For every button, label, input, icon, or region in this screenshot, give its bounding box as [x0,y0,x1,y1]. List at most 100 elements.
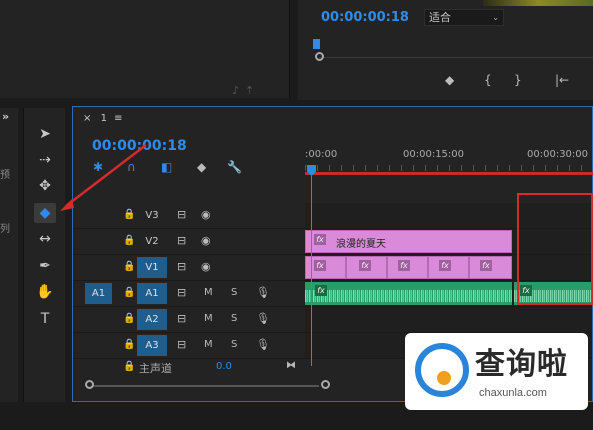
lock-icon[interactable]: 🔒 [123,209,135,220]
solo-button[interactable]: S [231,287,237,298]
source-patch-a1[interactable]: A1 [85,283,112,304]
program-zoom-handle[interactable] [315,52,324,61]
track-target-v2[interactable]: V2 [137,231,167,252]
sync-lock-icon[interactable]: ⊟ [177,312,186,325]
ruler-label: 00:00:30:00 [527,149,589,160]
add-marker-icon[interactable]: ◆ [445,73,454,87]
sync-lock-icon[interactable]: ⊟ [177,286,186,299]
type-tool-icon[interactable]: T [34,309,56,329]
export-frame-icon[interactable]: ♪⇡ [232,84,260,97]
fit-dropdown[interactable]: 适合 ⌄ [424,9,504,26]
fx-badge: fx [359,260,371,271]
work-area-bar[interactable] [305,172,593,175]
sync-lock-icon[interactable]: ⊟ [177,260,186,273]
track-target-a1[interactable]: A1 [137,283,167,304]
video-clip[interactable]: fx [387,256,428,279]
timeline-timecode[interactable]: 00:00:00:18 [92,138,187,154]
lock-icon[interactable]: 🔒 [123,339,135,350]
fx-badge: fx [315,285,327,296]
track-a2: 🔒 A2 ⊟ M S 🎙 [73,307,592,333]
lock-icon[interactable]: 🔒 [123,287,135,298]
tools-panel: ➤ ⇢ ✥ ◆ ↔ ✒ ✋ T [23,108,65,402]
microphone-icon[interactable]: 🎙 [256,286,270,299]
video-clip[interactable]: fx [346,256,387,279]
track-header-a1: A1 🔒 A1 ⊟ M S 🎙 [73,281,305,306]
track-select-tool-icon[interactable]: ⇢ [34,150,56,170]
program-timecode[interactable]: 00:00:00:18 [321,10,409,25]
watermark-url: chaxunla.com [479,387,547,399]
microphone-icon[interactable]: 🎙 [256,312,270,325]
fit-dropdown-label: 适合 [429,11,451,24]
lock-icon[interactable]: 🔒 [123,361,135,372]
lock-icon[interactable]: 🔒 [123,235,135,246]
scroll-handle-left[interactable] [85,380,94,389]
sync-lock-icon[interactable]: ⊟ [177,234,186,247]
wrench-icon[interactable]: 🔧 [227,160,242,174]
fx-badge: fx [314,260,326,271]
ripple-edit-tool-icon[interactable]: ✥ [34,176,56,196]
track-clip-area-a2[interactable] [305,307,592,332]
master-volume-value[interactable]: 0.0 [216,361,232,372]
go-to-in-icon[interactable]: |← [555,73,569,87]
sync-lock-icon[interactable]: ⊟ [177,338,186,351]
solo-button[interactable]: S [231,313,237,324]
time-ruler[interactable]: :00:00 00:00:15:00 00:00:30:00 [305,145,593,177]
program-scrub-bar[interactable] [319,57,593,58]
scroll-handle-right[interactable] [321,380,330,389]
mute-button[interactable]: M [204,339,213,350]
timeline-playhead-line [311,176,312,366]
watermark-text: 查询啦 [475,347,568,382]
app-root: 00:00:00:18 适合 ⌄ ♪⇡ ◆ { } |← » 预 列 ➤ ⇢ ✥… [0,0,593,430]
title-clip[interactable]: fx 浪漫的夏天 [305,230,512,253]
microphone-icon[interactable]: 🎙 [256,338,270,351]
track-target-a3[interactable]: A3 [137,335,167,356]
track-target-a2[interactable]: A2 [137,309,167,330]
solo-button[interactable]: S [231,339,237,350]
sync-lock-icon[interactable]: ⊟ [177,208,186,221]
menu-icon[interactable]: ≡ [114,113,122,124]
track-header-v3: 🔒 V3 ⊟ ◉ [73,203,305,228]
video-clip[interactable]: fx [469,256,512,279]
program-playhead[interactable] [313,39,320,49]
mark-out-icon[interactable]: } [514,73,522,87]
track-v1: 🔒 V1 ⊟ ◉ fx fx fx fx fx [73,255,592,281]
hand-tool-icon[interactable]: ✋ [34,282,56,302]
sequence-tab[interactable]: × 1 ≡ [83,113,123,124]
lock-icon[interactable]: 🔒 [123,261,135,272]
lock-icon[interactable]: 🔒 [123,313,135,324]
nest-sequence-icon[interactable]: ✱ [93,160,103,174]
track-header-v1: 🔒 V1 ⊟ ◉ [73,255,305,280]
snap-icon[interactable]: ∩ [127,160,136,174]
track-header-a2: 🔒 A2 ⊟ M S 🎙 [73,307,305,332]
close-icon[interactable]: × [83,113,91,124]
chevron-down-icon: ⌄ [492,13,499,22]
pen-tool-icon[interactable]: ✒ [34,256,56,276]
fx-badge: fx [480,260,492,271]
mute-button[interactable]: M [204,287,213,298]
linked-selection-icon[interactable]: ◧ [161,160,172,174]
selection-tool-icon[interactable]: ➤ [34,124,56,144]
project-panel-edge: » 预 列 [0,108,18,402]
timeline-zoom-scrollbar[interactable] [85,380,330,390]
eye-icon[interactable]: ◉ [201,260,211,273]
go-to-end-icon[interactable]: ⧓ [286,360,296,371]
video-clip[interactable]: fx [428,256,469,279]
audio-clip[interactable]: fx [305,282,512,305]
eye-icon[interactable]: ◉ [201,208,211,221]
razor-tool-icon[interactable]: ◆ [34,203,56,223]
watermark-logo: 查询啦 chaxunla.com [405,333,588,410]
mark-in-icon[interactable]: { [484,73,492,87]
track-target-v3[interactable]: V3 [137,205,167,226]
track-a1: A1 🔒 A1 ⊟ M S 🎙 fx fx [73,281,592,307]
track-target-v1[interactable]: V1 [137,257,167,278]
master-track-label: 主声道 [139,362,172,375]
track-v2: 🔒 V2 ⊟ ◉ fx 浪漫的夏天 [73,229,592,255]
sequence-tab-label: 1 [100,113,107,124]
track-header-v2: 🔒 V2 ⊟ ◉ [73,229,305,254]
panel-expand-icon[interactable]: » [2,110,9,123]
add-marker-icon[interactable]: ◆ [197,160,206,174]
eye-icon[interactable]: ◉ [201,234,211,247]
track-header-a3: 🔒 A3 ⊟ M S 🎙 [73,333,305,358]
slip-tool-icon[interactable]: ↔ [34,229,56,249]
mute-button[interactable]: M [204,313,213,324]
